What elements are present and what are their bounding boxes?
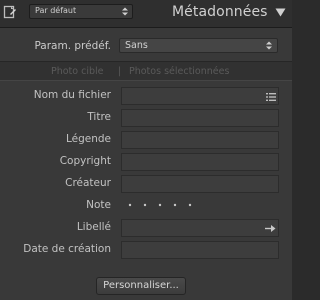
filename-field[interactable] — [121, 87, 279, 105]
field-label-note: Note — [86, 199, 111, 211]
preset-row-label: Param. prédéf. — [34, 40, 111, 52]
metadata-preset-select[interactable]: Sans — [119, 38, 278, 53]
copyright-field[interactable] — [121, 153, 279, 171]
tab-separator: | — [118, 66, 122, 77]
field-label-titre: Titre — [87, 111, 111, 123]
title-field[interactable] — [121, 109, 279, 127]
caption-field[interactable] — [121, 131, 279, 149]
metadata-preset-value: Sans — [125, 40, 148, 51]
preset-select[interactable]: Par défaut — [29, 4, 133, 19]
arrow-right-icon[interactable] — [265, 224, 276, 233]
date-created-field[interactable] — [121, 241, 279, 259]
field-label-createur: Créateur — [65, 177, 111, 189]
customize-button[interactable]: Personnaliser... — [96, 277, 186, 295]
creator-field[interactable] — [121, 175, 279, 193]
rating-dot-5 — [188, 203, 192, 207]
field-label-copyright: Copyright — [59, 155, 111, 167]
tab-photos-selectionnees[interactable]: Photos sélectionnées — [129, 66, 229, 77]
collapse-triangle-icon[interactable] — [275, 8, 286, 17]
field-label-legende: Légende — [65, 133, 111, 145]
tab-photo-cible[interactable]: Photo cible — [51, 66, 104, 77]
rating-dot-4 — [173, 203, 177, 207]
list-icon[interactable] — [266, 92, 276, 102]
select-arrows-icon — [266, 41, 272, 50]
preset-select-value: Par défaut — [35, 6, 77, 15]
rating-dot-1 — [128, 203, 132, 207]
panel-title[interactable]: Métadonnées — [172, 4, 268, 20]
document-edit-icon[interactable] — [3, 5, 17, 19]
rating-dot-2 — [143, 203, 147, 207]
field-label-nom-du-fichier: Nom du fichier — [33, 89, 111, 101]
label-field[interactable] — [121, 219, 279, 237]
field-label-libelle: Libellé — [76, 221, 111, 233]
field-label-date-de-creation: Date de création — [23, 243, 111, 255]
rating-stars[interactable] — [127, 202, 197, 208]
select-arrows-icon — [122, 7, 128, 16]
rating-dot-3 — [158, 203, 162, 207]
